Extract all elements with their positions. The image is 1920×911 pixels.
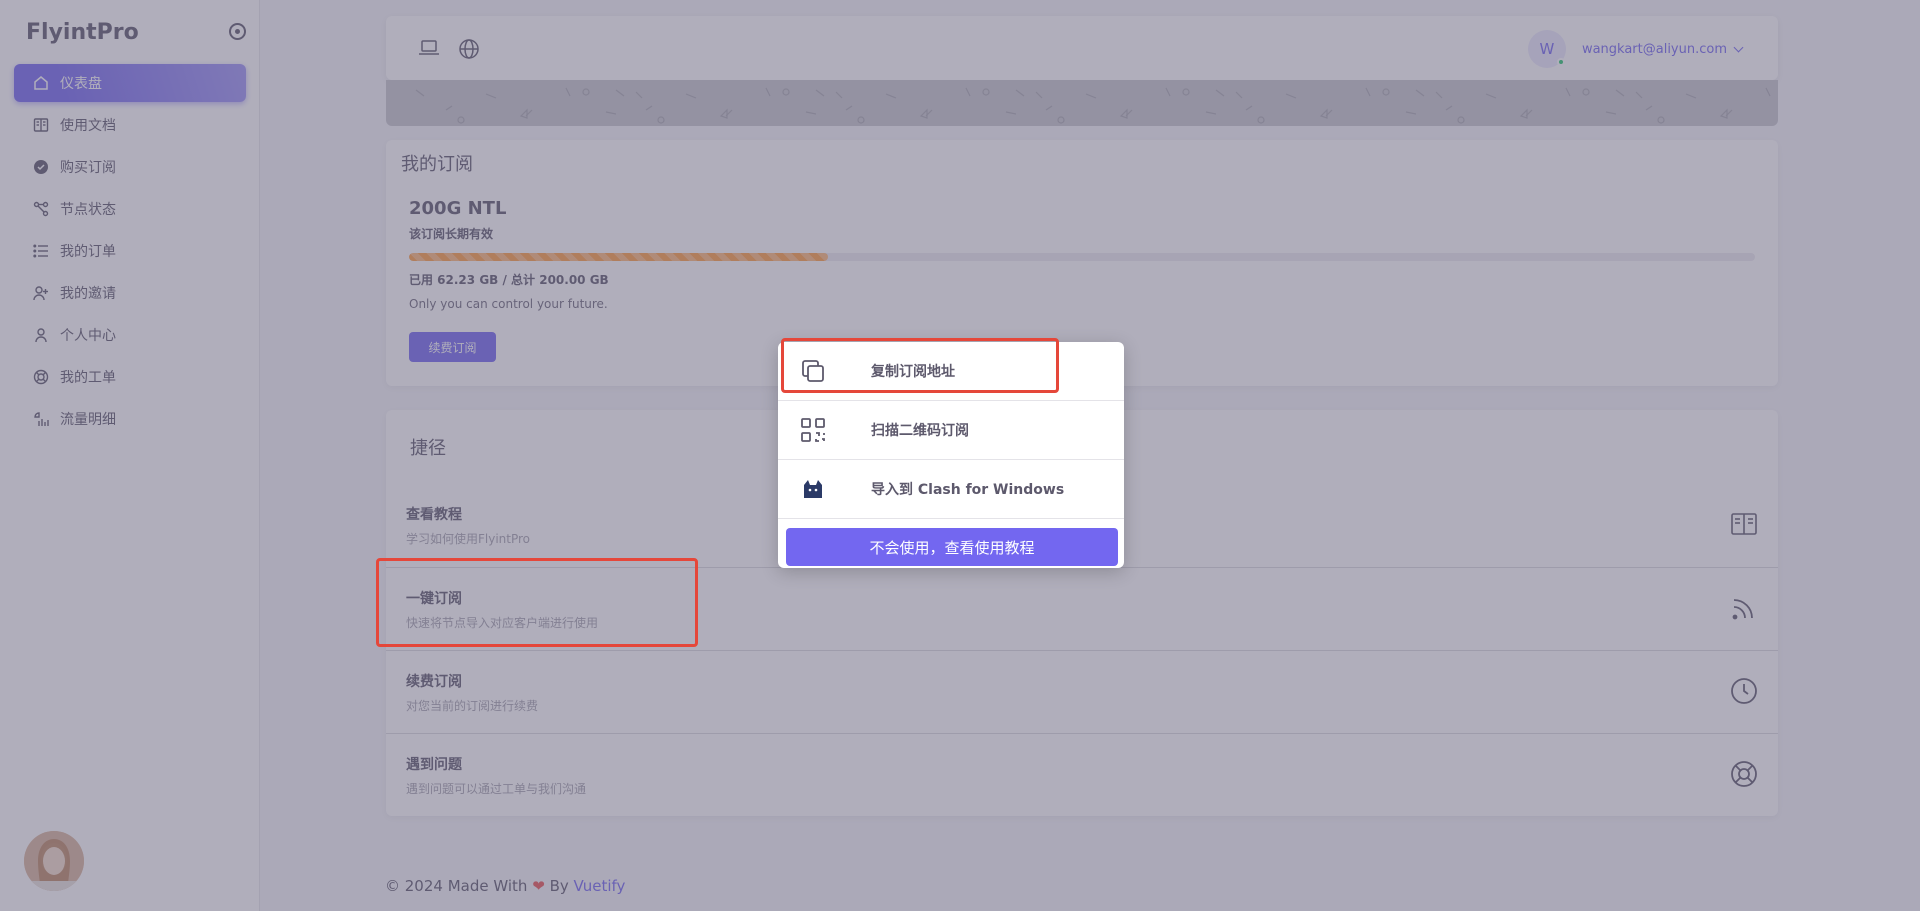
- highlight-box: [376, 558, 698, 647]
- highlight-box: [781, 338, 1059, 393]
- scan-qrcode-option[interactable]: 扫描二维码订阅: [778, 401, 1124, 460]
- clash-cat-icon: [800, 476, 826, 502]
- qrcode-icon: [800, 417, 826, 443]
- view-tutorial-button[interactable]: 不会使用，查看使用教程: [786, 528, 1118, 566]
- dialog-option-label: 扫描二维码订阅: [871, 423, 969, 439]
- import-clash-option[interactable]: 导入到 Clash for Windows: [778, 460, 1124, 519]
- dialog-option-label: 导入到 Clash for Windows: [871, 482, 1065, 498]
